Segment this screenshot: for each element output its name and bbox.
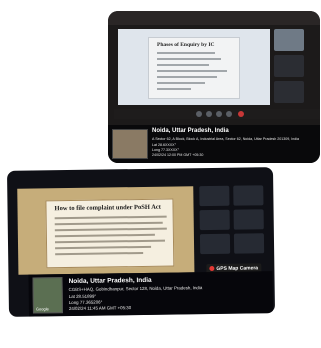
- slide-text-line: [54, 215, 167, 220]
- meeting-controls: [114, 109, 320, 119]
- gps-address: CGBS+HAQ, Gobindhanpur, Sector 128, Noid…: [68, 285, 203, 293]
- participant-video[interactable]: [233, 185, 264, 206]
- map-thumbnail: Google: [32, 277, 63, 314]
- share-icon[interactable]: [216, 111, 222, 117]
- participant-video[interactable]: [274, 81, 304, 103]
- photo-bottom: How to file complaint under PoSH Act GPS…: [6, 167, 276, 317]
- slide-title: How to file complaint under PoSH Act: [54, 203, 161, 213]
- participant-video[interactable]: [233, 209, 264, 230]
- participant-video[interactable]: [199, 185, 230, 207]
- participant-video[interactable]: [199, 233, 231, 255]
- presentation-area: Phases of Enquiry by IC: [118, 29, 270, 105]
- slide-title: Phases of Enquiry by IC: [157, 42, 215, 48]
- gps-address: A Sector 62, A Block, Block A, Industria…: [152, 137, 300, 141]
- mic-icon[interactable]: [196, 111, 202, 117]
- slide-text-line: [157, 82, 205, 84]
- slide-text-line: [54, 221, 163, 226]
- photo-top: Phases of Enquiry by IC Noida, Uttar Pra…: [108, 11, 320, 163]
- reactions-icon[interactable]: [226, 111, 232, 117]
- slide-text-line: [157, 58, 221, 60]
- end-call-icon[interactable]: [238, 111, 244, 117]
- participant-video[interactable]: [199, 209, 230, 231]
- slide: How to file complaint under PoSH Act: [45, 198, 175, 269]
- gps-title: Noida, Uttar Pradesh, India: [152, 128, 229, 134]
- slide-text-line: [54, 227, 167, 232]
- camera-icon[interactable]: [206, 111, 212, 117]
- map-thumbnail: [112, 129, 148, 159]
- gps-overlay: Noida, Uttar Pradesh, India A Sector 62,…: [108, 125, 320, 163]
- gps-lat: Lat 28.6XXXX°: [152, 143, 177, 147]
- slide-text-line: [157, 52, 215, 54]
- participant-video[interactable]: [274, 29, 304, 51]
- participant-video[interactable]: [233, 233, 265, 254]
- slide-text-line: [157, 64, 209, 66]
- slide-text-line: [54, 233, 155, 238]
- slide-text-line: [157, 88, 191, 90]
- gps-long: Long 77.365206°: [68, 299, 103, 306]
- slide-text-line: [157, 76, 217, 78]
- presentation-area: How to file complaint under PoSH Act: [17, 186, 195, 275]
- slide-text-line: [54, 239, 165, 244]
- map-provider-label: Google: [35, 306, 49, 312]
- gps-lat: Lat 28.51899°: [68, 293, 97, 300]
- gps-datetime: 24/02/24 12:00 PM GMT +05:30: [152, 153, 204, 157]
- gps-title: Noida, Uttar Pradesh, India: [68, 276, 152, 286]
- slide-text-line: [55, 245, 152, 250]
- slide-text-line: [157, 70, 227, 72]
- gps-overlay: Google Noida, Uttar Pradesh, India CGBS+…: [28, 271, 274, 317]
- map-pin-icon: [209, 266, 215, 272]
- browser-topbar: [108, 11, 320, 25]
- gps-long: Long 77.3XXXX°: [152, 148, 180, 152]
- gps-datetime: 24/02/24 11:45 AM GMT +05:30: [68, 305, 132, 312]
- participant-video[interactable]: [274, 55, 304, 77]
- slide: Phases of Enquiry by IC: [148, 37, 240, 99]
- slide-text-line: [55, 251, 144, 256]
